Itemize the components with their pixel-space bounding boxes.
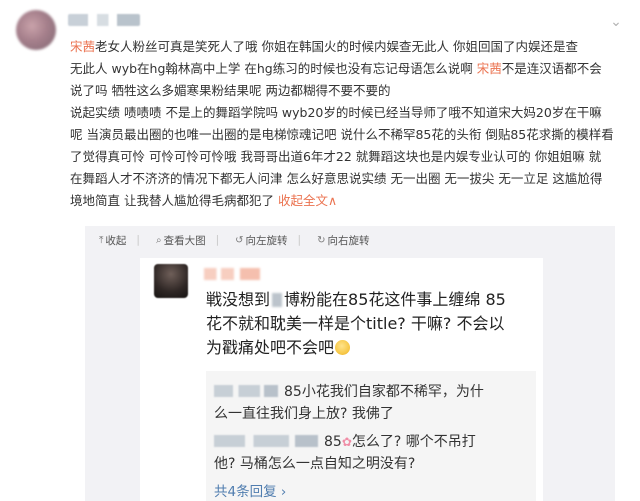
reply-item: 么一直往我们身上放? 我佛了 — [214, 406, 394, 422]
laughing-emoji-icon — [335, 340, 351, 355]
post-line: 在舞蹈人才不济济的情况下都无人问津 怎么好意思说实绩 无一出圈 无一拔尖 无一立… — [70, 171, 603, 186]
reply-item: 他? 马桶怎么一点自知之明没有? — [214, 456, 416, 472]
flower-icon: ✿ — [341, 435, 352, 449]
reply-item: 85小花我们自家都不稀罕，为什 — [214, 381, 528, 403]
username-blurred — [214, 385, 278, 397]
avatar[interactable] — [16, 10, 56, 50]
divider: | — [136, 234, 140, 246]
comment-line: 花不就和耽美一样是个title? 干嘛? 不会以 — [206, 314, 505, 333]
embedded-screenshot[interactable]: 戦没想到 博粉能在85花这件事上缠绵 85 花不就和耽美一样是个title? 干嘛… — [140, 258, 543, 501]
post-line: 说起实绩 啧啧啧 不是上的舞蹈学院吗 wyb20岁的时候已经当导师了哦不知道宋大… — [70, 105, 602, 120]
username-blurred — [214, 435, 318, 447]
post-line: 无此人 wyb在hg翰林高中上学 在hg练习的时候也没有忘记母语怎么说啊 宋茜不… — [70, 61, 602, 76]
username-blurred — [204, 268, 260, 280]
collapse-full-text-link[interactable]: 收起全文∧ — [278, 193, 337, 208]
rotate-left-icon: ↺ — [235, 234, 244, 246]
chevron-right-icon: › — [280, 484, 287, 500]
collapse-image-button[interactable]: ⤒ 收起 | — [99, 233, 140, 248]
post-line: 呢 当演员最出圈的也唯一出圈的是电梯惊魂记吧 说什么不稀罕85花的头衔 倒贴85… — [70, 127, 614, 142]
redacted-char — [272, 293, 283, 307]
post-body: 宋茜老女人粉丝可真是笑死人了哦 你姐在韩国火的时候内娱查无此人 你姐回国了内娱还… — [70, 36, 626, 212]
rotate-left-button[interactable]: ↺ 向左旋转 | — [235, 233, 301, 248]
weibo-post: ⌄ 宋茜老女人粉丝可真是笑死人了哦 你姐在韩国火的时候内娱查无此人 你姐回国了内… — [0, 0, 640, 501]
chevron-up-icon: ∧ — [327, 193, 338, 208]
post-line: 说了吗 牺牲这么多媚寒果粉结果呢 两边都糊得不要不要的 — [70, 83, 391, 98]
post-line: 宋茜老女人粉丝可真是笑死人了哦 你姐在韩国火的时候内娱查无此人 你姐回国了内娱还… — [70, 39, 578, 54]
view-replies-link: 共4条回复 › — [214, 484, 287, 500]
comment-body: 戦没想到 博粉能在85花这件事上缠绵 85 花不就和耽美一样是个title? 干嘛… — [206, 288, 536, 360]
divider: | — [215, 234, 220, 246]
mention-link[interactable]: 宋茜 — [70, 39, 95, 54]
image-toolbar: ⤒ 收起 | ⌕ 查看大图 | ↺ 向左旋转 | ↻ 向右旋转 — [85, 226, 369, 254]
post-line: 境地简直 让我替人尴尬得毛病都犯了 收起全文∧ — [70, 193, 338, 208]
rotate-right-button[interactable]: ↻ 向右旋转 — [317, 233, 369, 248]
magnifier-icon: ⌕ — [155, 234, 162, 246]
rotate-right-icon: ↻ — [317, 234, 326, 246]
username-blurred[interactable] — [68, 14, 140, 26]
chevron-down-icon[interactable]: ⌄ — [608, 14, 624, 30]
reply-list: 85小花我们自家都不稀罕，为什 么一直往我们身上放? 我佛了 85✿怎么了? 哪… — [206, 371, 536, 501]
mention-link[interactable]: 宋茜 — [477, 61, 502, 76]
view-large-image-button[interactable]: ⌕ 查看大图 | — [156, 233, 219, 248]
comment-line: 为戳痛处吧不会吧 — [206, 336, 536, 360]
collapse-icon: ⤒ — [99, 234, 104, 246]
reply-item: 85✿怎么了? 哪个不吊打 — [214, 431, 528, 453]
comment-line: 戦没想到 博粉能在85花这件事上缠绵 85 — [206, 290, 506, 309]
divider: | — [297, 234, 302, 246]
post-line: 了觉得真可怜 可怜可怜可怜哦 我哥哥出道6年才22 就舞蹈这块也是内娱专业认可的… — [70, 149, 602, 164]
avatar — [154, 264, 188, 298]
